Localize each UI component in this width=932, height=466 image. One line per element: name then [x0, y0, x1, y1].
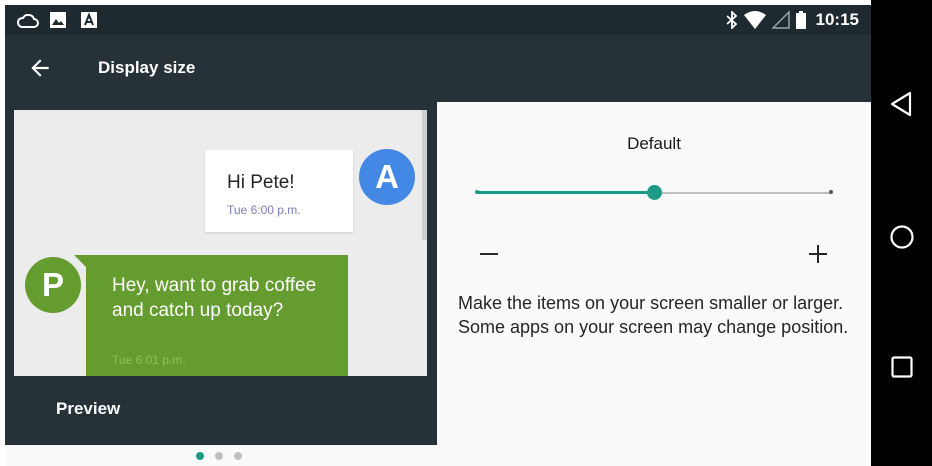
wifi-icon — [743, 11, 766, 29]
preview-scrollbar — [422, 110, 427, 240]
page-dot[interactable] — [234, 452, 242, 460]
message-text: Hey, want to grab coffee and catch up to… — [112, 275, 317, 321]
slider-tick — [475, 190, 479, 194]
navigation-bar — [871, 0, 932, 466]
bluetooth-icon — [725, 11, 737, 29]
cloud-icon — [17, 14, 39, 28]
page-dot-active[interactable] — [196, 452, 204, 460]
recents-square-icon[interactable] — [890, 355, 914, 379]
slider-thumb[interactable] — [647, 185, 662, 200]
preview-label: Preview — [56, 399, 121, 418]
avatar: A — [359, 149, 415, 205]
signal-icon — [771, 11, 790, 29]
page-indicator — [5, 445, 437, 466]
decrease-size-button[interactable] — [475, 240, 503, 268]
arrow-back-icon[interactable] — [27, 55, 53, 81]
preview-panel: Hi Pete! Tue 6:00 p.m. A Hey, want to gr… — [5, 102, 437, 445]
image-icon — [50, 12, 66, 28]
app-toolbar: Display size — [5, 35, 871, 102]
battery-icon — [795, 11, 806, 29]
status-bar: 10:15 — [5, 5, 871, 35]
app-notification-icon — [81, 12, 97, 28]
page-title: Display size — [98, 58, 196, 77]
size-label: Default — [627, 134, 681, 153]
avatar: P — [25, 257, 81, 313]
message-bubble-incoming: Hi Pete! Tue 6:00 p.m. — [205, 150, 353, 232]
description-text: Make the items on your screen smaller or… — [458, 293, 849, 337]
home-circle-icon[interactable] — [888, 223, 916, 251]
preview-card: Hi Pete! Tue 6:00 p.m. A Hey, want to gr… — [14, 110, 427, 376]
status-icons: 10:15 — [725, 9, 859, 31]
device-screen: 10:15 Display size Hi Pete! Tue 6:00 p.m… — [5, 5, 871, 466]
settings-pane: Default Make the items on your screen sm… — [437, 102, 871, 466]
message-bubble-outgoing: Hey, want to grab coffee and catch up to… — [86, 255, 348, 376]
status-time: 10:15 — [815, 10, 859, 29]
message-time: Tue 6:00 p.m. — [227, 203, 301, 217]
display-size-slider[interactable] — [475, 180, 833, 206]
slider-fill — [477, 191, 654, 194]
back-triangle-icon[interactable] — [888, 90, 914, 118]
message-time: Tue 6:01 p.m. — [112, 353, 186, 367]
page-dot[interactable] — [215, 452, 223, 460]
increase-size-button[interactable] — [804, 240, 832, 268]
slider-tick — [829, 190, 833, 194]
message-text: Hi Pete! — [227, 172, 295, 193]
